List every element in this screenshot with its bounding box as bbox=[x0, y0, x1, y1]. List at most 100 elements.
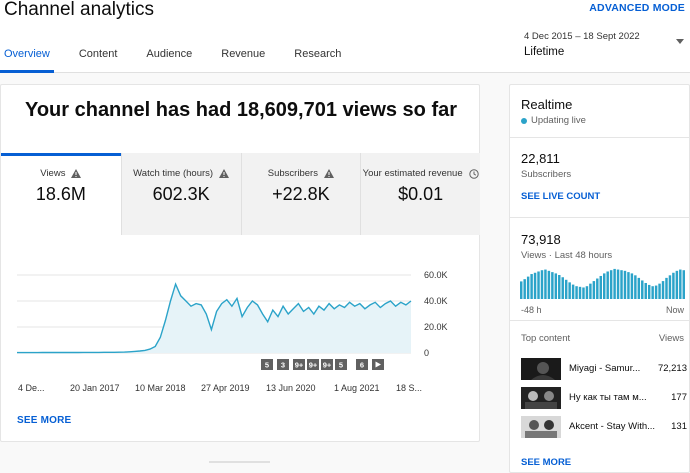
realtime-bar bbox=[616, 269, 620, 299]
see-live-count-button[interactable]: SEE LIVE COUNT bbox=[521, 191, 600, 202]
realtime-bar bbox=[654, 285, 658, 299]
video-views: 72,213 bbox=[657, 363, 687, 374]
tab-revenue[interactable]: Revenue bbox=[221, 48, 265, 73]
video-thumbnail bbox=[521, 387, 561, 409]
views-headline: Your channel has had 18,609,701 views so… bbox=[24, 99, 458, 121]
realtime-views-value: 73,918 bbox=[521, 232, 561, 247]
realtime-bar bbox=[599, 275, 602, 299]
dropdown-arrow-icon bbox=[676, 39, 684, 44]
realtime-bar bbox=[530, 274, 533, 299]
chart-annotation-marker[interactable]: 9+ bbox=[321, 359, 333, 370]
realtime-bar bbox=[682, 270, 685, 299]
video-views: 131 bbox=[671, 421, 687, 432]
see-more-button[interactable]: SEE MORE bbox=[17, 415, 71, 426]
metric-tab-subscribers[interactable]: Subscribers +22.8K bbox=[240, 153, 361, 235]
realtime-status-text: Updating live bbox=[531, 115, 586, 126]
realtime-title: Realtime bbox=[521, 97, 573, 112]
realtime-bar bbox=[606, 271, 609, 299]
chart-y-tick-label: 40.0K bbox=[424, 296, 448, 306]
chart-annotation-marker[interactable] bbox=[372, 359, 384, 370]
realtime-bar bbox=[675, 270, 679, 299]
chart-annotation-marker[interactable]: 5 bbox=[335, 359, 347, 370]
realtime-bar bbox=[665, 277, 668, 299]
realtime-bar bbox=[592, 281, 596, 299]
chart-annotation-marker[interactable]: 6 bbox=[356, 359, 368, 370]
metric-value: 602.3K bbox=[152, 184, 210, 204]
tab-audience[interactable]: Audience bbox=[146, 48, 192, 73]
video-thumbnail bbox=[521, 416, 561, 438]
realtime-bar bbox=[582, 287, 585, 299]
realtime-bar bbox=[668, 275, 672, 299]
metric-label: Views bbox=[40, 168, 66, 179]
svg-text:9+: 9+ bbox=[295, 361, 304, 370]
chart-x-tick-label: 1 Aug 2021 bbox=[334, 383, 380, 393]
svg-text:9+: 9+ bbox=[309, 361, 318, 370]
chart-x-tick-label: 13 Jun 2020 bbox=[266, 383, 316, 393]
chart-annotation-marker[interactable]: 9+ bbox=[293, 359, 305, 370]
chart-annotation-marker[interactable]: 3 bbox=[277, 359, 289, 370]
realtime-bar bbox=[520, 281, 523, 299]
realtime-bar bbox=[571, 284, 575, 299]
realtime-bar bbox=[658, 283, 661, 299]
tab-content[interactable]: Content bbox=[79, 48, 118, 73]
realtime-bar bbox=[609, 270, 613, 299]
realtime-bar bbox=[564, 279, 568, 299]
live-dot-icon bbox=[521, 117, 527, 124]
realtime-bar bbox=[644, 283, 647, 299]
realtime-bar bbox=[561, 277, 564, 299]
warning-icon bbox=[71, 169, 82, 178]
metric-label: Watch time (hours) bbox=[133, 168, 214, 179]
realtime-bar bbox=[637, 277, 641, 299]
views-chart[interactable]: 0 20.0K 40.0K 60.0K 5 3 9+ 9+ 9+ 5 6 4 De... 20 Jan … bbox=[1, 265, 480, 400]
clock-icon bbox=[468, 168, 479, 179]
realtime-bar-chart[interactable] bbox=[520, 265, 686, 299]
realtime-subscribers-label: Subscribers bbox=[521, 169, 572, 180]
top-content-row[interactable]: Akcent - Stay With... 131 bbox=[521, 416, 689, 438]
realtime-bar bbox=[603, 273, 606, 299]
warning-icon bbox=[323, 169, 334, 178]
chart-x-tick-label: 20 Jan 2017 bbox=[70, 383, 120, 393]
realtime-bar bbox=[523, 279, 526, 299]
video-title: Miyagi - Samur... bbox=[569, 363, 641, 374]
realtime-bar bbox=[533, 272, 537, 299]
realtime-bar bbox=[634, 275, 637, 299]
realtime-bar bbox=[568, 282, 571, 299]
realtime-bar bbox=[661, 281, 665, 299]
metric-tab-revenue[interactable]: Your estimated revenue $0.01 bbox=[360, 153, 480, 235]
realtime-bar bbox=[578, 286, 582, 299]
chart-x-tick-label: 18 S... bbox=[396, 383, 422, 393]
realtime-bar bbox=[630, 273, 634, 299]
svg-text:5: 5 bbox=[339, 361, 343, 370]
realtime-bar bbox=[623, 270, 627, 299]
chart-annotation-marker[interactable]: 9+ bbox=[307, 359, 319, 370]
divider bbox=[510, 320, 690, 321]
chart-x-tick-label: 27 Apr 2019 bbox=[201, 383, 250, 393]
overview-card: Your channel has had 18,609,701 views so… bbox=[0, 84, 480, 442]
metric-tab-views[interactable]: Views 18.6M bbox=[1, 153, 121, 235]
chart-y-tick-label: 0 bbox=[424, 348, 429, 358]
divider bbox=[510, 137, 690, 138]
top-content-views-header: Views bbox=[658, 333, 684, 344]
realtime-bar bbox=[558, 275, 561, 299]
tab-overview[interactable]: Overview bbox=[0, 48, 54, 73]
realtime-views-label: Views · Last 48 hours bbox=[521, 250, 613, 261]
realtime-bar bbox=[551, 272, 554, 299]
realtime-axis-start: -48 h bbox=[521, 305, 542, 315]
top-content-row[interactable]: Ну как ты там м... 177 bbox=[521, 387, 689, 409]
metric-value: $0.01 bbox=[398, 184, 444, 204]
advanced-mode-button[interactable]: ADVANCED MODE bbox=[589, 2, 685, 14]
chart-annotation-marker[interactable]: 5 bbox=[261, 359, 273, 370]
date-range-selector[interactable]: 4 Dec 2015 – 18 Sept 2022 Lifetime bbox=[524, 31, 690, 58]
warning-icon bbox=[219, 169, 230, 178]
realtime-see-more-button[interactable]: SEE MORE bbox=[521, 457, 571, 468]
tab-research[interactable]: Research bbox=[294, 48, 341, 73]
metric-tab-watch-time[interactable]: Watch time (hours) 602.3K bbox=[120, 153, 241, 235]
top-content-row[interactable]: Miyagi - Samur... 72,213 bbox=[521, 358, 689, 380]
realtime-bar bbox=[672, 272, 675, 299]
realtime-bar bbox=[627, 272, 630, 299]
video-thumbnail bbox=[521, 358, 561, 380]
svg-text:9+: 9+ bbox=[323, 361, 332, 370]
realtime-axis-end: Now bbox=[665, 305, 684, 315]
metric-label: Subscribers bbox=[267, 168, 318, 179]
page-title: Channel analytics bbox=[4, 0, 154, 20]
